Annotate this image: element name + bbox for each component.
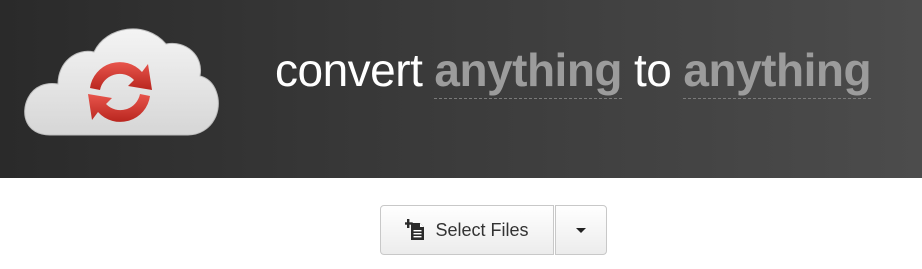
tagline-target-format-link[interactable]: anything bbox=[683, 44, 872, 99]
page-header: convert anything to anything bbox=[0, 0, 922, 178]
select-files-label: Select Files bbox=[435, 219, 529, 240]
tagline: convert anything to anything bbox=[275, 42, 872, 99]
cloud-refresh-icon bbox=[24, 28, 219, 136]
tagline-word-convert: convert bbox=[275, 44, 423, 96]
caret-down-icon bbox=[576, 227, 586, 233]
tagline-word-to: to bbox=[634, 44, 672, 96]
add-file-icon bbox=[405, 219, 425, 240]
upload-controls: Select Files bbox=[380, 205, 607, 255]
select-files-button[interactable]: Select Files bbox=[380, 205, 554, 255]
select-files-dropdown-toggle[interactable] bbox=[555, 205, 607, 255]
tagline-source-format-link[interactable]: anything bbox=[434, 44, 623, 99]
